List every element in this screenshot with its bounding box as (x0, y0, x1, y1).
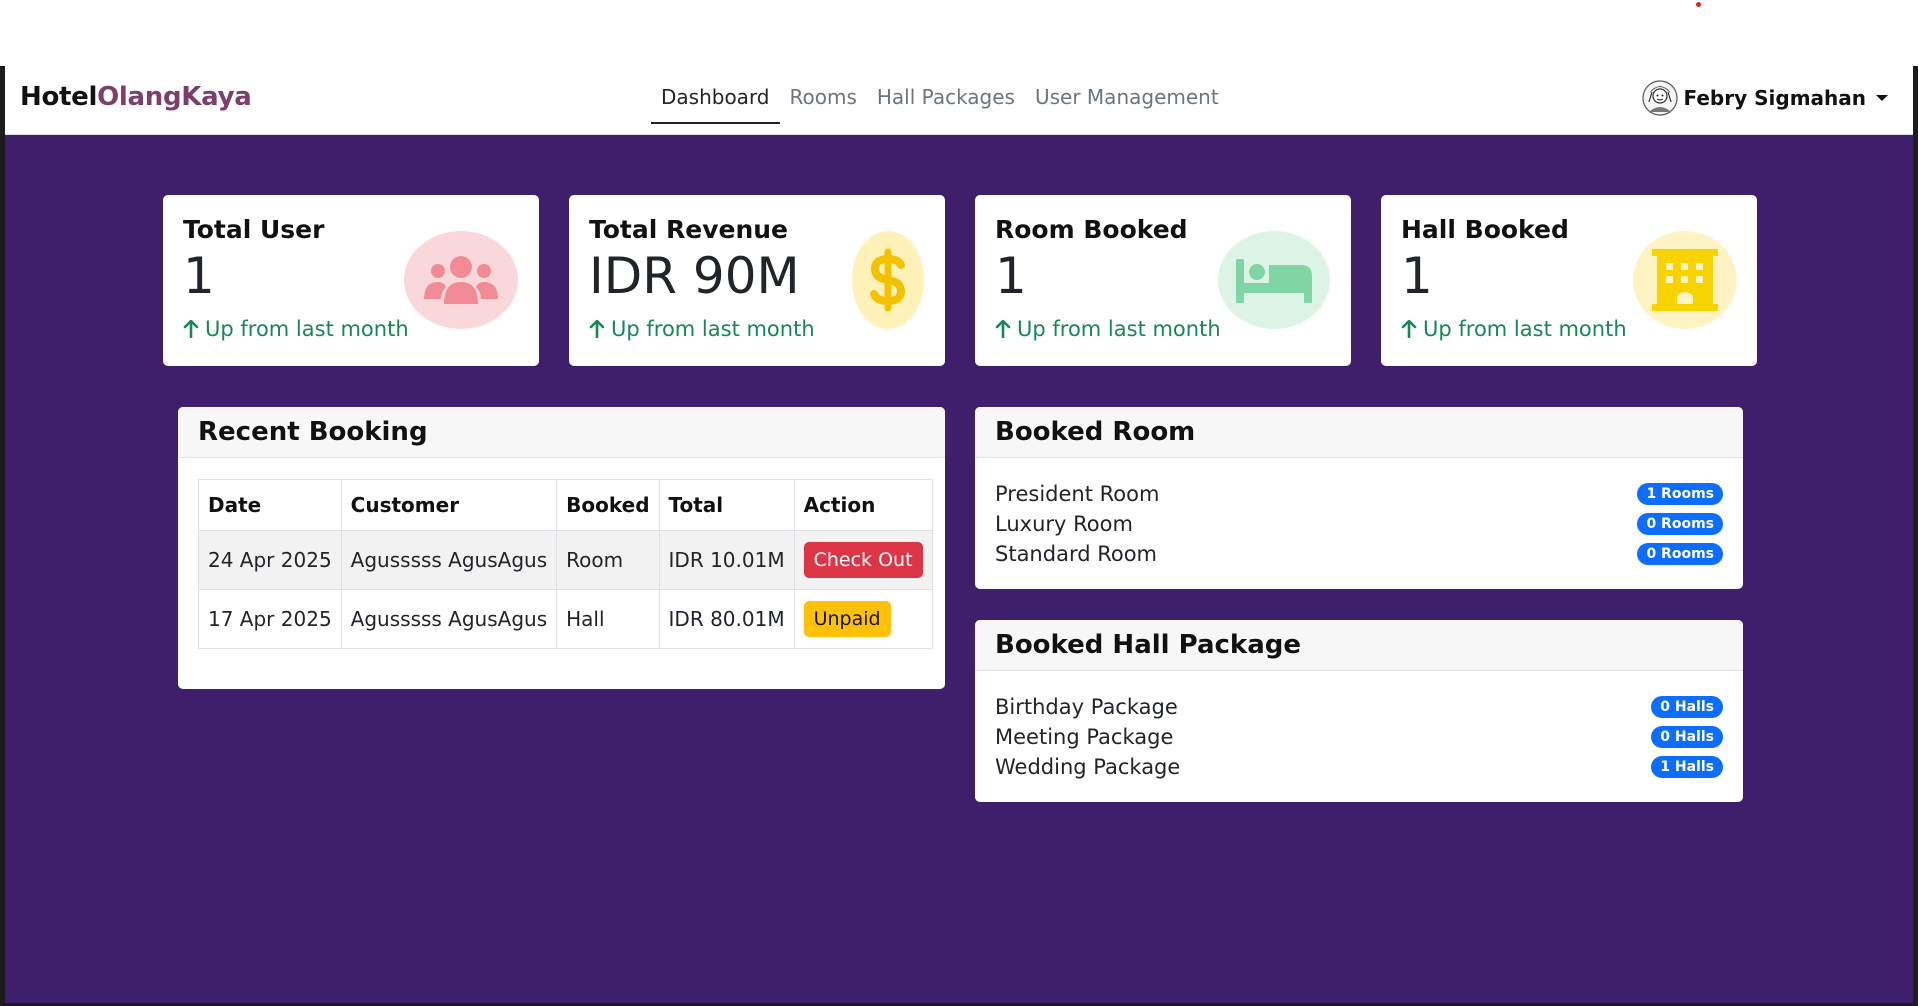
list-item: Luxury Room 0 Rooms (995, 509, 1723, 539)
users-icon (404, 231, 518, 329)
table-row: 24 Apr 2025 Agusssss AgusAgus Room IDR 1… (198, 530, 933, 590)
cell-action: Check Out (793, 530, 933, 590)
nav-rooms[interactable]: Rooms (780, 66, 867, 134)
recent-booking-table: Date Customer Booked Total Action 24 Apr… (198, 479, 933, 649)
stat-trend-text: Up from last month (1017, 317, 1221, 341)
stat-title: Total User (183, 215, 325, 244)
table-row: 17 Apr 2025 Agusssss AgusAgus Hall IDR 8… (198, 589, 933, 649)
stat-value: 1 (1401, 247, 1433, 305)
list-item: Birthday Package 0 Halls (995, 692, 1723, 722)
nav-dashboard[interactable]: Dashboard (651, 66, 780, 134)
window-border-right (1913, 66, 1918, 1006)
stat-card-room-booked: Room Booked 1 Up from last month (975, 195, 1351, 366)
notification-dot (1696, 2, 1701, 7)
package-name: Wedding Package (995, 755, 1181, 779)
table-header-row: Date Customer Booked Total Action (198, 479, 933, 531)
count-badge: 0 Halls (1651, 726, 1723, 748)
stat-trend: Up from last month (1401, 317, 1627, 341)
column-header-booked: Booked (556, 479, 660, 531)
list-item: Wedding Package 1 Halls (995, 752, 1723, 782)
cell-customer: Agusssss AgusAgus (340, 589, 558, 649)
unpaid-button[interactable]: Unpaid (803, 601, 891, 637)
top-navbar: HotelOlangKaya Dashboard Rooms Hall Pack… (5, 66, 1913, 135)
column-header-total: Total (658, 479, 795, 531)
cell-total: IDR 80.01M (658, 589, 795, 649)
nav-hall-packages[interactable]: Hall Packages (867, 66, 1025, 134)
stat-value: 1 (183, 247, 215, 305)
stat-trend: Up from last month (589, 317, 815, 341)
stat-trend: Up from last month (995, 317, 1221, 341)
chevron-down-icon[interactable] (1876, 95, 1888, 101)
stat-value: IDR 90M (589, 247, 800, 305)
stat-card-total-revenue: Total Revenue IDR 90M Up from last month (569, 195, 945, 366)
recent-booking-panel: Recent Booking Date Customer Booked Tota… (178, 407, 945, 689)
stat-trend-text: Up from last month (205, 317, 409, 341)
dollar-icon (852, 231, 924, 329)
building-icon (1633, 231, 1737, 329)
booked-hall-list: Birthday Package 0 Halls Meeting Package… (995, 692, 1723, 782)
stat-trend: Up from last month (183, 317, 409, 341)
arrow-up-icon (1401, 320, 1417, 338)
brand-logo[interactable]: HotelOlangKaya (20, 82, 252, 112)
main-nav: Dashboard Rooms Hall Packages User Manag… (651, 66, 1229, 134)
list-item: Meeting Package 0 Halls (995, 722, 1723, 752)
window-border-left (0, 66, 5, 1006)
count-badge: 1 Halls (1651, 756, 1723, 778)
list-item: President Room 1 Rooms (995, 479, 1723, 509)
cell-date: 24 Apr 2025 (198, 530, 342, 590)
stat-title: Hall Booked (1401, 215, 1569, 244)
count-badge: 0 Rooms (1637, 543, 1723, 565)
stat-trend-text: Up from last month (1423, 317, 1627, 341)
package-name: Birthday Package (995, 695, 1178, 719)
arrow-up-icon (995, 320, 1011, 338)
stat-card-hall-booked: Hall Booked 1 Up from last month (1381, 195, 1757, 366)
room-name: Standard Room (995, 542, 1158, 566)
list-item: Standard Room 0 Rooms (995, 539, 1723, 569)
count-badge: 1 Rooms (1637, 483, 1723, 505)
cell-total: IDR 10.01M (658, 530, 795, 590)
package-name: Meeting Package (995, 725, 1174, 749)
arrow-up-icon (589, 320, 605, 338)
count-badge: 0 Halls (1651, 696, 1723, 718)
cell-action: Unpaid (793, 589, 933, 649)
count-badge: 0 Rooms (1637, 513, 1723, 535)
check-out-button[interactable]: Check Out (803, 542, 923, 578)
stat-value: 1 (995, 247, 1027, 305)
brand-name-part2: OlangKaya (97, 82, 252, 112)
room-name: Luxury Room (995, 512, 1133, 536)
user-name: Febry Sigmahan (1683, 86, 1866, 110)
stat-title: Room Booked (995, 215, 1188, 244)
booked-hall-title: Booked Hall Package (975, 620, 1743, 671)
cell-booked: Room (556, 530, 660, 590)
nav-user-management[interactable]: User Management (1025, 66, 1229, 134)
brand-name-part1: Hotel (20, 82, 98, 112)
arrow-up-icon (183, 320, 199, 338)
booked-hall-panel: Booked Hall Package Birthday Package 0 H… (975, 620, 1743, 802)
booked-room-panel: Booked Room President Room 1 Rooms Luxur… (975, 407, 1743, 589)
stat-card-total-user: Total User 1 Up from last month (163, 195, 539, 366)
bed-icon (1218, 231, 1330, 329)
cell-customer: Agusssss AgusAgus (340, 530, 558, 590)
cell-booked: Hall (556, 589, 660, 649)
room-name: President Room (995, 482, 1160, 506)
stat-trend-text: Up from last month (611, 317, 815, 341)
booked-room-title: Booked Room (975, 407, 1743, 458)
avatar (1641, 80, 1678, 116)
column-header-action: Action (793, 479, 933, 531)
cell-date: 17 Apr 2025 (198, 589, 342, 649)
booked-room-list: President Room 1 Rooms Luxury Room 0 Roo… (995, 479, 1723, 569)
column-header-customer: Customer (340, 479, 558, 531)
stat-title: Total Revenue (589, 215, 789, 244)
column-header-date: Date (198, 479, 342, 531)
recent-booking-title: Recent Booking (178, 407, 945, 458)
user-menu[interactable]: Febry Sigmahan (1641, 80, 1888, 116)
